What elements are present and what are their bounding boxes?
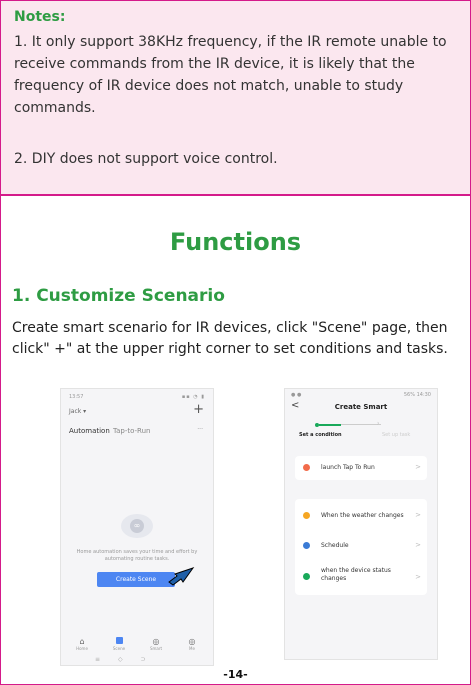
create-smart-title: Create Smart: [334, 403, 388, 411]
nav-scene[interactable]: Scene: [108, 637, 130, 651]
section-description: Create smart scenario for IR devices, cl…: [12, 320, 448, 357]
step-2-label: Set up task: [382, 432, 411, 438]
phone-screenshot-create-smart: ● ● 56% 14:30 < Create Smart › Set a con…: [284, 388, 438, 660]
empty-state-icon: ∞: [121, 514, 153, 538]
bottom-nav: ⌂ Home Scene ◎ Smart ◎ Me ≡◇⊃: [61, 634, 213, 665]
chevron-right-icon: >: [415, 511, 421, 519]
user-selector[interactable]: Jack ▾: [69, 408, 86, 415]
functions-heading: Functions: [169, 228, 302, 256]
status-icons: ▪▪ ◔ ▮: [181, 394, 205, 400]
section-title: 1. Customize Scenario: [12, 286, 225, 306]
status-right: 56% 14:30: [403, 392, 431, 398]
step-progress-line: [319, 424, 341, 426]
page-number: -14-: [223, 668, 248, 681]
more-icon[interactable]: ···: [197, 426, 203, 433]
scene-icon: [115, 637, 123, 644]
option-card-tap: launch Tap To Run >: [295, 456, 427, 480]
notes-box: Notes: 1. It only support 38KHz frequenc…: [1, 1, 470, 196]
plus-icon[interactable]: +: [193, 403, 204, 416]
tab-automation[interactable]: Automation: [69, 427, 110, 435]
option-card-conditions: When the weather changes > Schedule > wh…: [295, 499, 427, 595]
status-dots: ● ●: [291, 392, 302, 398]
step-arrow-icon: ›: [377, 420, 380, 427]
sun-icon: [303, 512, 310, 519]
note-2: 2. DIY does not support voice control.: [14, 151, 278, 167]
pointer-arrow-icon: [168, 567, 195, 586]
nav-home[interactable]: ⌂ Home: [71, 637, 93, 651]
option-launch-tap-to-run[interactable]: launch Tap To Run >: [295, 456, 427, 480]
option-device-status[interactable]: when the device status changes >: [295, 563, 427, 591]
status-time: 13:57: [69, 394, 84, 400]
nav-smart[interactable]: ◎ Smart: [145, 637, 167, 651]
tap-icon: [303, 464, 310, 471]
nav-me[interactable]: ◎ Me: [181, 637, 203, 651]
option-schedule[interactable]: Schedule >: [295, 534, 427, 558]
step-remaining-line: [341, 424, 381, 425]
chevron-right-icon: >: [415, 573, 421, 581]
chevron-right-icon: >: [415, 541, 421, 549]
home-icon: ⌂: [79, 637, 85, 646]
tab-tap-to-run[interactable]: Tap-to-Run: [113, 427, 150, 435]
user-name: Jack: [69, 408, 82, 415]
notes-title: Notes:: [14, 9, 66, 25]
smart-icon: ◎: [152, 637, 160, 646]
device-icon: [303, 573, 310, 580]
clock-icon: [303, 542, 310, 549]
option-weather[interactable]: When the weather changes >: [295, 504, 427, 528]
note-1: 1. It only support 38KHz frequency, if t…: [14, 34, 447, 116]
empty-state-text: Home automation saves your time and effo…: [76, 549, 198, 562]
create-scene-button[interactable]: Create Scene: [97, 572, 175, 587]
me-icon: ◎: [188, 637, 196, 646]
chevron-right-icon: >: [415, 463, 421, 471]
system-nav-keys: ≡◇⊃: [95, 656, 164, 663]
phone-screenshot-scene: 13:57 ▪▪ ◔ ▮ Jack ▾ + Automation Tap-to-…: [60, 388, 214, 666]
step-1-label: Set a condition: [299, 432, 342, 438]
